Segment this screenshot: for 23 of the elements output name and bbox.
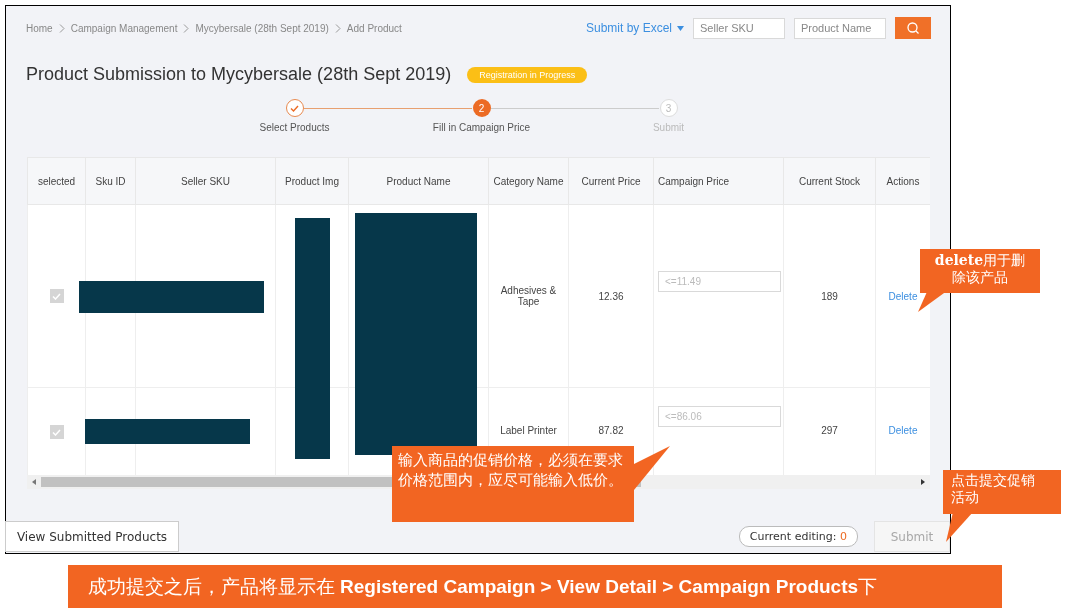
column-header: Current Price <box>568 157 654 205</box>
column-header: Seller SKU <box>135 157 276 205</box>
step-label: Fill in Campaign Price <box>432 122 531 133</box>
table-cell: Adhesives & Tape <box>488 204 569 388</box>
column-header: Sku ID <box>85 157 136 205</box>
column-header: Actions <box>875 157 930 205</box>
editing-label: Current editing: <box>749 530 838 543</box>
table-cell: 12.36 <box>568 204 654 388</box>
step-label: Select Products <box>259 122 330 133</box>
column-header: Product Img <box>275 157 349 205</box>
column-header: selected <box>27 157 86 205</box>
step-label: Submit <box>652 122 685 133</box>
editing-count: 0 <box>840 530 847 543</box>
step-marker: 2 <box>472 99 491 117</box>
column-header: Campaign Price <box>653 157 784 205</box>
column-header: Category Name <box>488 157 569 205</box>
instruction-banner: 成功提交之后，产品将显示在 Registered Campaign > View Detail > Campaign Products下 <box>68 565 1002 608</box>
page-title: Product Submission to Mycybersale (28th Sept 2019) <box>26 64 452 85</box>
column-header: Current Stock <box>783 157 876 205</box>
status-badge: Registration in Progress <box>467 66 588 83</box>
column-header: Product Name <box>348 157 489 205</box>
step-marker: 3 <box>659 99 678 117</box>
table-cell: 189 <box>783 204 876 388</box>
